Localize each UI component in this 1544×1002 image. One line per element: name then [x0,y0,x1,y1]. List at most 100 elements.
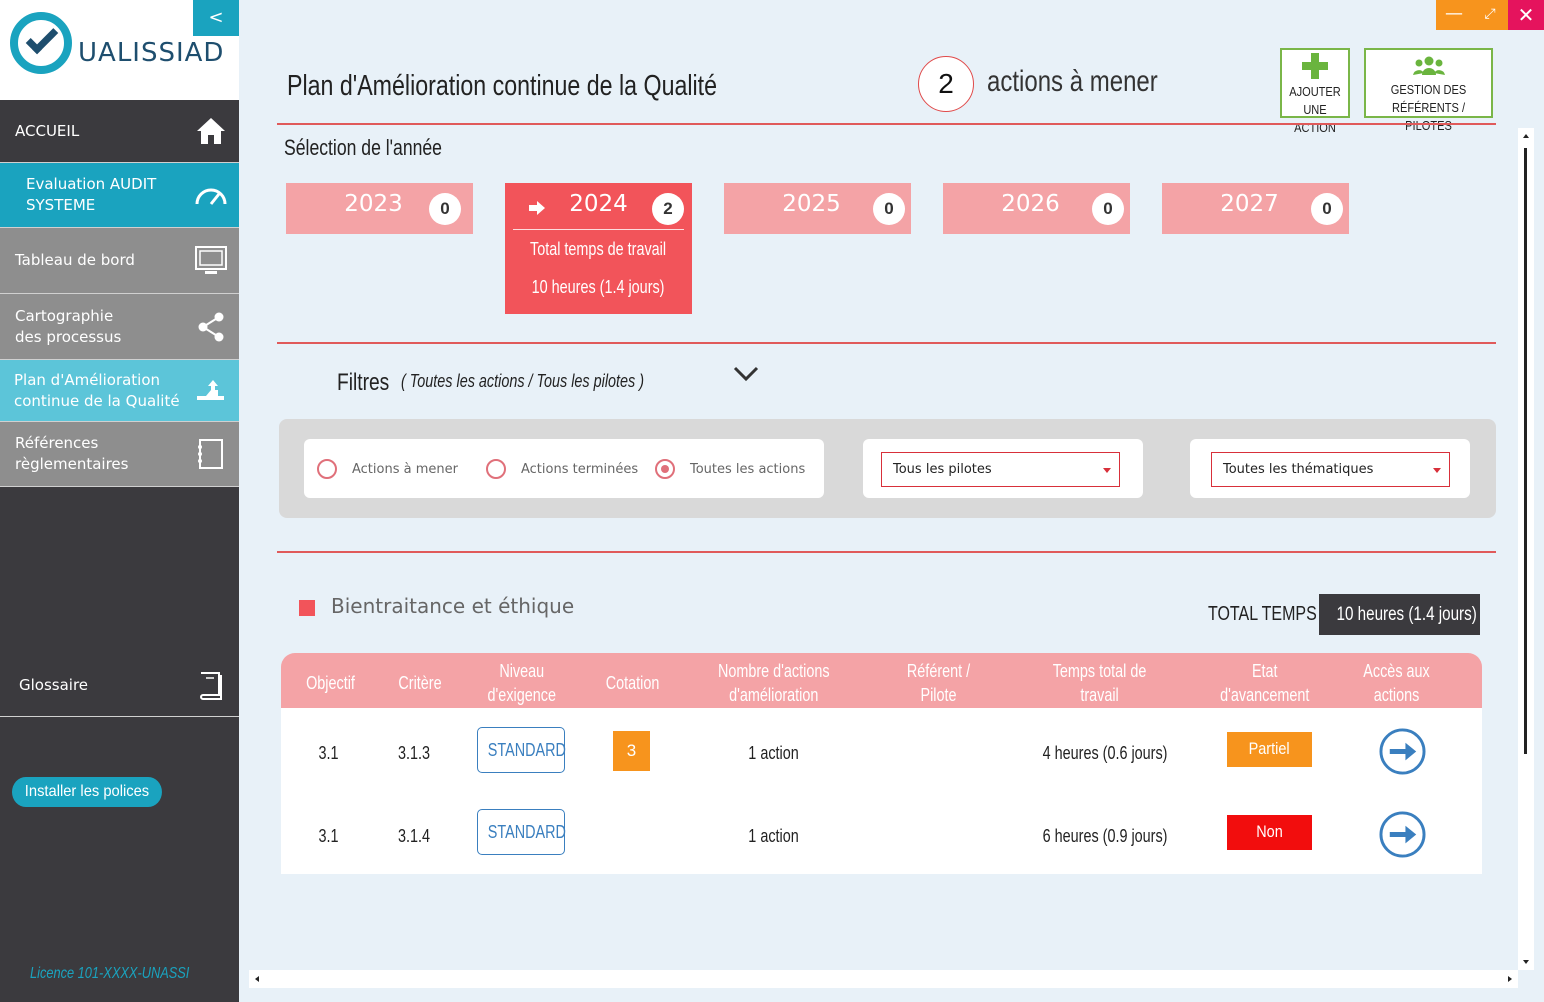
theme-name: Bientraitance et éthique [331,594,575,618]
home-icon [193,113,229,149]
scroll-left-icon[interactable] [255,976,259,982]
pilot-select[interactable]: Tous les pilotes [881,452,1120,487]
dropdown-arrow-icon [1433,468,1441,473]
theme-select[interactable]: Toutes les thématiques [1211,452,1450,487]
filters-title: Filtres [337,369,390,396]
year-tab-2024[interactable]: 2024 2 Total temps de travail 10 heures … [505,183,692,314]
install-fonts-button[interactable]: Installer les polices [12,777,162,807]
sidebar-item-label: Tableau de bord [15,251,135,269]
radio-circle [317,459,337,479]
licence-text: Licence 101-XXXX-UNASSI [30,965,190,982]
scroll-thumb[interactable] [1524,148,1527,754]
go-to-actions-icon[interactable] [1379,811,1426,858]
sidebar-item-accueil[interactable]: ACCUEIL [0,100,239,163]
level-badge: STANDARD [477,727,566,773]
go-to-actions-icon[interactable] [1379,728,1426,775]
sidebar-item-evaluation-audit[interactable]: Evaluation AUDIT SYSTEME [0,163,239,228]
year-count-badge: 0 [873,193,905,225]
scroll-down-icon[interactable] [1523,960,1529,964]
radio-actions-terminees[interactable]: Actions terminées [486,459,638,479]
sidebar-item-label: Références règlementaires [15,434,129,473]
total-work-label: Total temps de travail [530,239,667,259]
year-count-badge: 0 [1092,193,1124,225]
book-icon [193,667,229,703]
gauge-icon [193,177,229,213]
level-badge: STANDARD [477,809,566,855]
page-title: Plan d'Amélioration continue de la Quali… [287,70,718,102]
year-count-badge: 2 [652,193,684,225]
column-header: Objectif [306,673,356,693]
collapse-sidebar-button[interactable]: < [193,0,239,36]
radio-circle-selected [655,459,675,479]
total-work-value: 10 heures (1.4 jours) [532,277,665,297]
column-header: Accès aux actions [1363,661,1431,705]
sidebar-item-references[interactable]: Références règlementaires [0,422,239,487]
radio-label: Actions terminées [521,461,639,477]
sidebar-item-cartographie[interactable]: Cartographie des processus [0,294,239,360]
radio-label: Actions à mener [352,461,458,477]
manage-referents-button[interactable]: GESTION DES RÉFÉRENTS / PILOTES [1364,48,1493,133]
add-action-line2: ACTION [1294,120,1336,135]
cell-temps: 4 heures (0.6 jours) [1042,743,1168,763]
table-header: Objectif Critère Niveau d'exigence Cotat… [281,653,1482,708]
plus-icon [1302,53,1328,79]
sidebar-item-label: Cartographie des processus [15,306,122,346]
column-header: Cotation [606,673,660,693]
sidebar-item-label: Plan d'Amélioration continue de la Quali… [14,370,180,410]
sidebar-item-glossaire[interactable]: Glossaire [0,654,239,717]
year-tab-2023[interactable]: 2023 0 [286,183,473,234]
year-tab-2025[interactable]: 2025 0 [724,183,911,234]
year-tab-2027[interactable]: 2027 0 [1162,183,1349,234]
divider [277,342,1496,344]
cell-nb-actions: 1 action [748,743,800,763]
column-header: Niveau d'exigence [487,661,557,705]
share-icon [193,309,229,345]
column-header: Temps total de travail [1053,661,1147,705]
sidebar-item-label: Evaluation AUDIT SYSTEME [26,175,157,214]
logo-text: UALISSIAD [78,38,225,68]
radio-toutes-actions[interactable]: Toutes les actions [655,459,805,479]
notebook-icon [193,436,229,472]
cell-critere: 3.1.3 [397,743,431,763]
divider [513,229,684,230]
sidebar-item-label: ACCUEIL [15,121,80,140]
referents-line2: RÉFÉRENTS / PILOTES [1391,100,1466,133]
cell-objectif: 3.1 [318,826,340,846]
sidebar-item-label: Glossaire [19,675,89,694]
cell-temps: 6 heures (0.9 jours) [1042,826,1168,846]
column-header: Etat d'avancement [1220,661,1310,705]
vertical-scrollbar[interactable] [1518,128,1534,970]
sidebar-item-plan-amelioration[interactable]: Plan d'Amélioration continue de la Quali… [0,360,239,422]
scroll-right-icon[interactable] [1508,976,1512,982]
hand-up-icon [193,373,229,409]
sidebar: UALISSIAD < ACCUEIL Evaluation AUDIT SYS… [0,0,239,1002]
radio-circle [486,459,506,479]
close-button[interactable]: ✕ [1508,0,1544,30]
referents-line1: GESTION DES [1390,82,1467,97]
year-count-badge: 0 [1311,193,1343,225]
status-badge: Partiel [1227,732,1312,767]
theme-color-square [299,600,315,616]
minimize-button[interactable]: — [1436,0,1472,30]
scroll-up-icon[interactable] [1523,134,1529,138]
chevron-down-icon[interactable] [733,366,759,382]
column-header: Critère [398,673,442,693]
year-tab-2026[interactable]: 2026 0 [943,183,1130,234]
radio-actions-a-mener[interactable]: Actions à mener [317,459,458,479]
year-count-badge: 0 [429,193,461,225]
status-badge: Non débuté [1227,815,1312,875]
cell-critere: 3.1.4 [397,826,431,846]
radio-label: Toutes les actions [690,461,806,477]
users-icon [1412,56,1445,75]
cell-nb-actions: 1 action [748,826,800,846]
year-section-label: Sélection de l'année [284,135,442,160]
table-body: 3.1 3.1.3 STANDARD 3 1 action 4 heures (… [281,708,1482,875]
dropdown-arrow-icon [1103,468,1111,473]
pilot-select-value: Tous les pilotes [893,462,992,477]
actions-count-badge: 2 [918,56,974,112]
horizontal-scrollbar[interactable] [249,970,1518,988]
add-action-button[interactable]: AJOUTER UNE ACTION [1280,48,1350,135]
add-action-line1: AJOUTER UNE [1289,84,1341,117]
sidebar-item-tableau-de-bord[interactable]: Tableau de bord [0,228,239,294]
maximize-button[interactable]: ⤢ [1472,0,1508,30]
